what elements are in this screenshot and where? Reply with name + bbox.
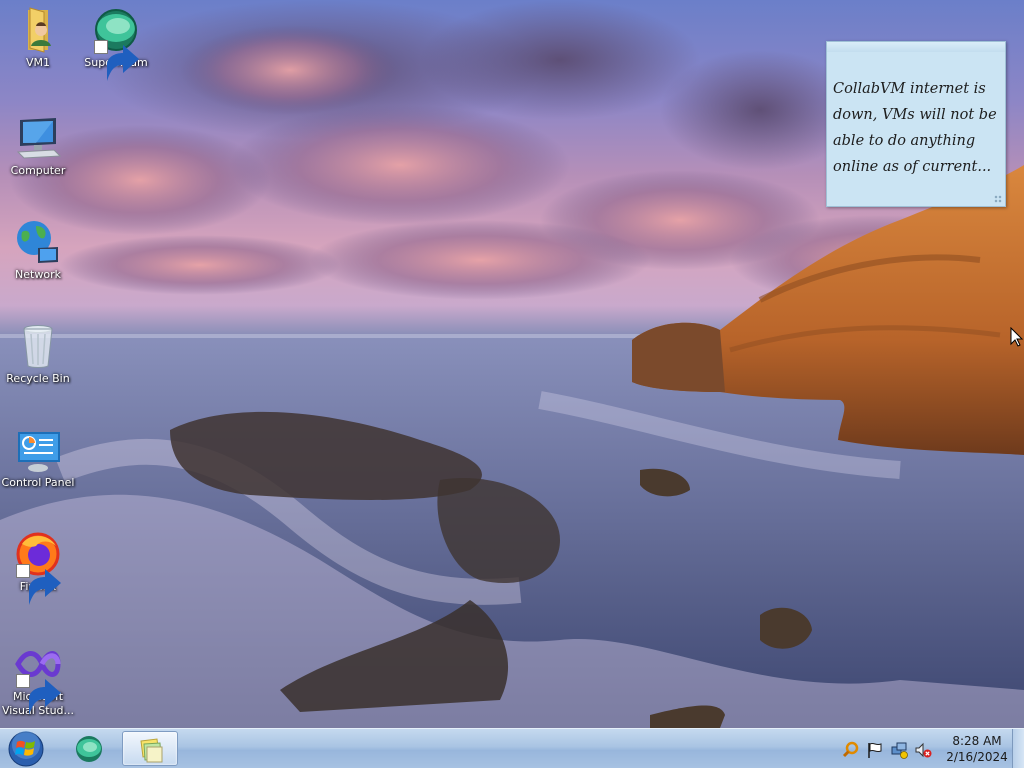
computer-icon bbox=[16, 118, 62, 159]
desktop[interactable]: VM1 Supermium Comput bbox=[0, 0, 1024, 728]
clock[interactable]: 8:28 AM 2/16/2024 bbox=[940, 733, 1014, 765]
desktop-icon-vm1[interactable]: VM1 bbox=[0, 6, 76, 70]
show-desktop-button[interactable] bbox=[1012, 729, 1024, 768]
control-panel-icon bbox=[18, 432, 60, 472]
desktop-icon-network[interactable]: Network bbox=[0, 218, 76, 282]
system-tray: 8:28 AM 2/16/2024 bbox=[836, 729, 1024, 769]
supermium-icon bbox=[76, 736, 102, 762]
taskbar-item-sticky-notes[interactable] bbox=[122, 731, 178, 766]
desktop-icon-recycle-bin[interactable]: Recycle Bin bbox=[0, 322, 76, 386]
desktop-icon-label: Computer bbox=[10, 164, 66, 177]
volume-muted-icon[interactable] bbox=[914, 741, 932, 759]
sticky-note-title-strip[interactable] bbox=[827, 42, 1005, 52]
shortcut-arrow-icon bbox=[16, 674, 61, 715]
mouse-cursor-icon bbox=[1010, 327, 1024, 347]
desktop-icon-control-panel[interactable]: Control Panel bbox=[0, 426, 76, 490]
desktop-icon-visual-studio[interactable]: Microsoft Visual Stud... bbox=[0, 640, 76, 718]
desktop-icon-label: Control Panel bbox=[1, 476, 75, 489]
desktop-icon-label: Network bbox=[15, 268, 61, 281]
clock-date: 2/16/2024 bbox=[946, 750, 1008, 764]
start-button[interactable] bbox=[4, 730, 48, 768]
sticky-note[interactable]: CollabVM internet is down, VMs will not … bbox=[826, 41, 1006, 207]
resize-grip-icon[interactable] bbox=[994, 195, 1002, 203]
sticky-note-text[interactable]: CollabVM internet is down, VMs will not … bbox=[827, 52, 1005, 180]
clock-time: 8:28 AM bbox=[952, 734, 1002, 748]
desktop-icon-firefox[interactable]: Firefox bbox=[0, 530, 76, 605]
desktop-icon-supermium[interactable]: Supermium bbox=[78, 6, 154, 81]
shortcut-arrow-icon bbox=[16, 564, 61, 605]
desktop-icon-label: Recycle Bin bbox=[6, 372, 70, 385]
desktop-icon-computer[interactable]: Computer bbox=[0, 114, 76, 178]
network-globe-icon bbox=[17, 221, 58, 263]
recycle-bin-icon bbox=[23, 325, 53, 368]
desktop-icon-label: VM1 bbox=[25, 56, 50, 69]
sticky-notes-icon bbox=[140, 738, 163, 763]
user-folder-icon bbox=[28, 7, 51, 53]
taskbar-item-supermium[interactable] bbox=[62, 731, 118, 766]
network-icon[interactable] bbox=[890, 741, 908, 759]
action-center-flag-icon[interactable] bbox=[866, 741, 884, 759]
shortcut-arrow-icon bbox=[94, 40, 139, 81]
taskbar: 8:28 AM 2/16/2024 bbox=[0, 728, 1024, 768]
search-icon[interactable] bbox=[842, 741, 860, 759]
windows-logo-icon bbox=[8, 731, 44, 767]
